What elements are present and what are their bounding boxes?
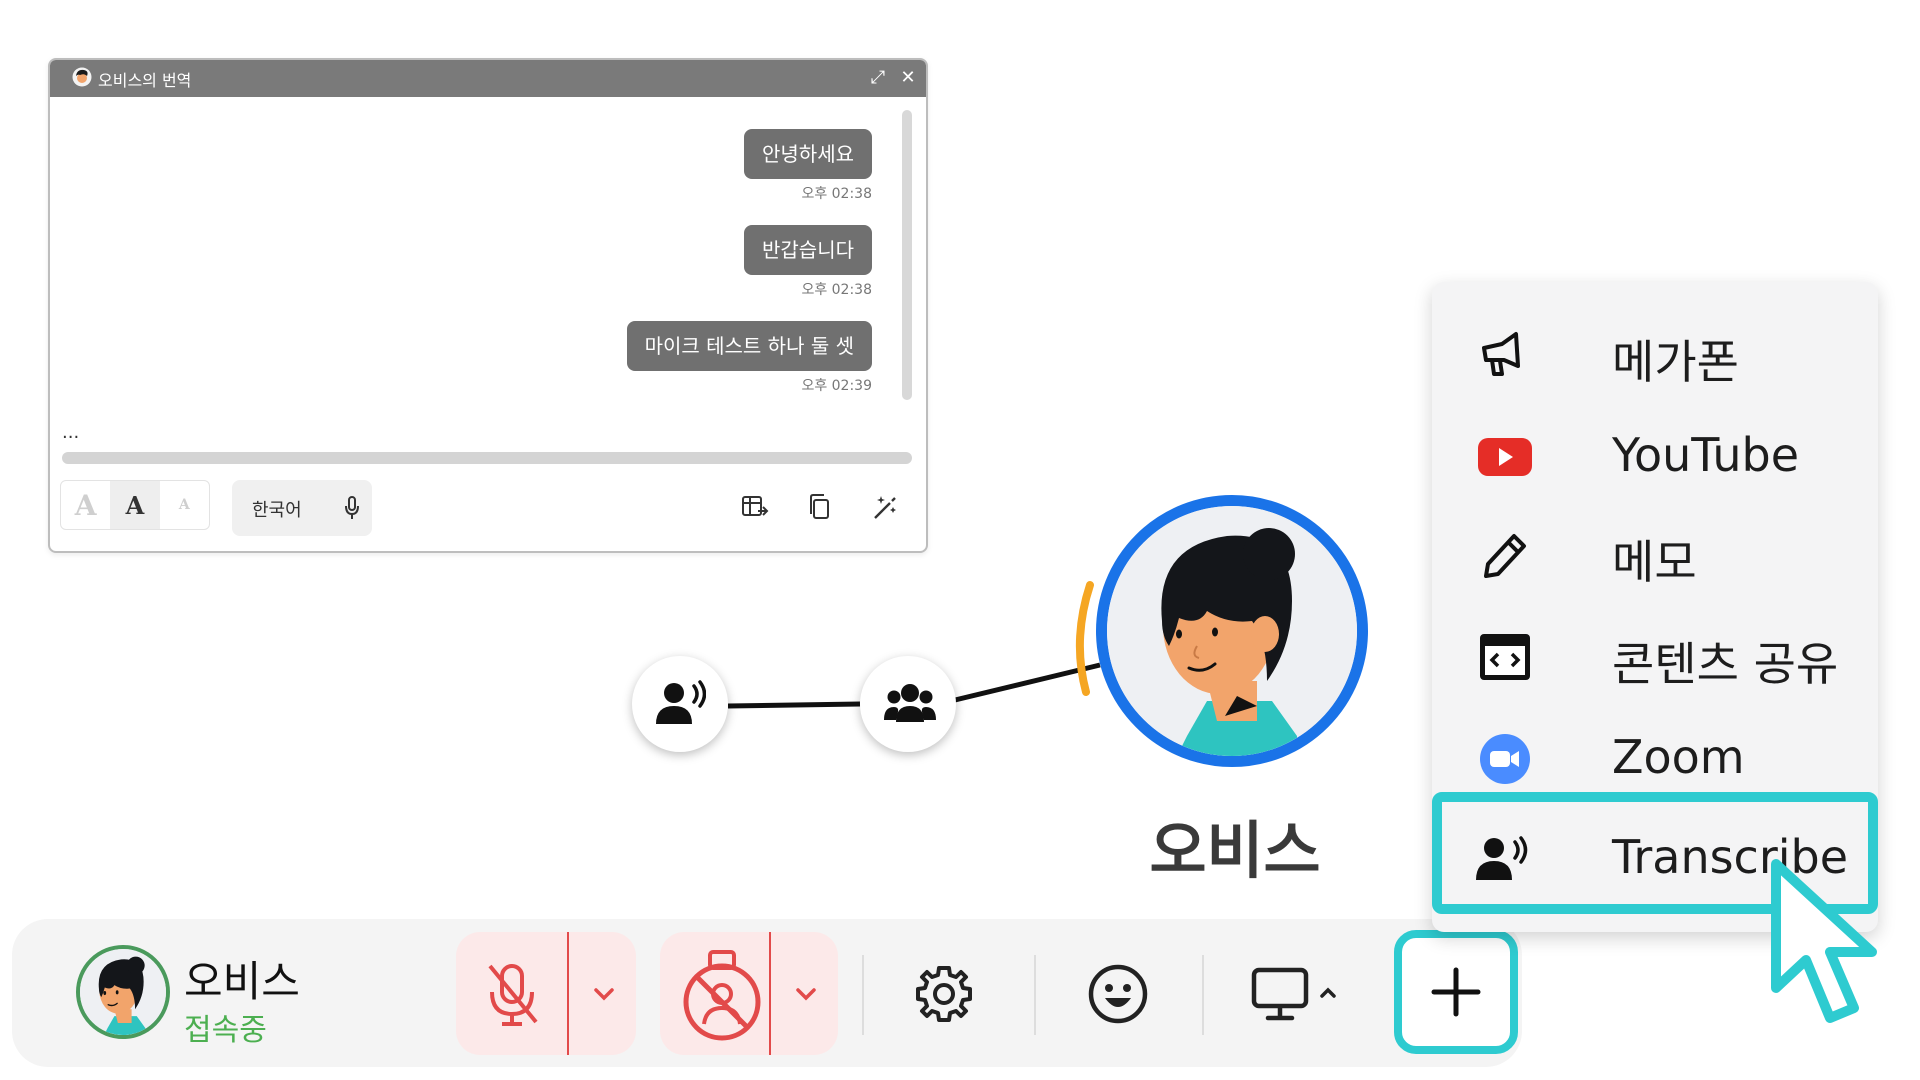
- more-apps-button[interactable]: [1394, 930, 1518, 1054]
- monitor-icon: [1251, 967, 1336, 1021]
- group-icon: [884, 684, 936, 722]
- smiley-icon: [1088, 964, 1148, 1024]
- speaker-name: 오비스: [1149, 814, 1321, 887]
- settings-button[interactable]: [912, 962, 976, 1026]
- gear-icon: [916, 966, 972, 1022]
- bar-divider: [862, 955, 864, 1035]
- chevron-down-icon: [594, 988, 614, 1001]
- mouse-cursor-icon: [1771, 859, 1877, 1023]
- youtube-icon: [1478, 438, 1532, 476]
- menu-item-youtube[interactable]: YouTube: [1432, 406, 1878, 506]
- control-divider: [769, 932, 771, 1055]
- menu-item-label: 콘텐츠 공유: [1612, 637, 1839, 691]
- code-window-icon: [1480, 634, 1530, 680]
- speaker-avatar[interactable]: [1096, 495, 1368, 767]
- screen-share-button[interactable]: [1250, 962, 1346, 1026]
- zoom-icon: [1480, 734, 1530, 784]
- camera-options-button[interactable]: [786, 974, 826, 1014]
- camera-toggle-button[interactable]: [676, 946, 768, 1042]
- pencil-icon: [1484, 534, 1526, 578]
- mute-toggle-button[interactable]: [470, 952, 554, 1036]
- menu-item-label: 메가폰: [1612, 335, 1739, 389]
- connection-status: 접속중: [184, 1013, 267, 1048]
- transcribe-icon: [656, 680, 706, 724]
- menu-item-label: Zoom: [1612, 730, 1745, 784]
- person-avatar-image: [1107, 506, 1357, 756]
- plus-icon: [1431, 967, 1481, 1017]
- mic-options-button[interactable]: [584, 974, 624, 1014]
- person-avatar-image: [80, 949, 166, 1035]
- control-divider: [567, 932, 569, 1055]
- camera-off-icon: [683, 950, 761, 1041]
- my-avatar: [76, 945, 170, 1039]
- menu-item-label: YouTube: [1612, 428, 1800, 482]
- menu-item-megaphone[interactable]: 메가폰: [1432, 304, 1878, 404]
- mic-off-icon: [488, 964, 538, 1026]
- chevron-down-icon: [796, 988, 816, 1001]
- megaphone-icon: [1482, 332, 1520, 376]
- menu-item-content-share[interactable]: 콘텐츠 공유: [1432, 606, 1878, 706]
- my-name: 오비스: [184, 957, 300, 1006]
- group-node[interactable]: [860, 656, 956, 752]
- menu-item-label: 메모: [1612, 535, 1697, 589]
- bar-divider: [1202, 955, 1204, 1035]
- reaction-button[interactable]: [1086, 962, 1150, 1026]
- bar-divider: [1034, 955, 1036, 1035]
- menu-item-memo[interactable]: 메모: [1432, 504, 1878, 604]
- transcribe-node[interactable]: [632, 656, 728, 752]
